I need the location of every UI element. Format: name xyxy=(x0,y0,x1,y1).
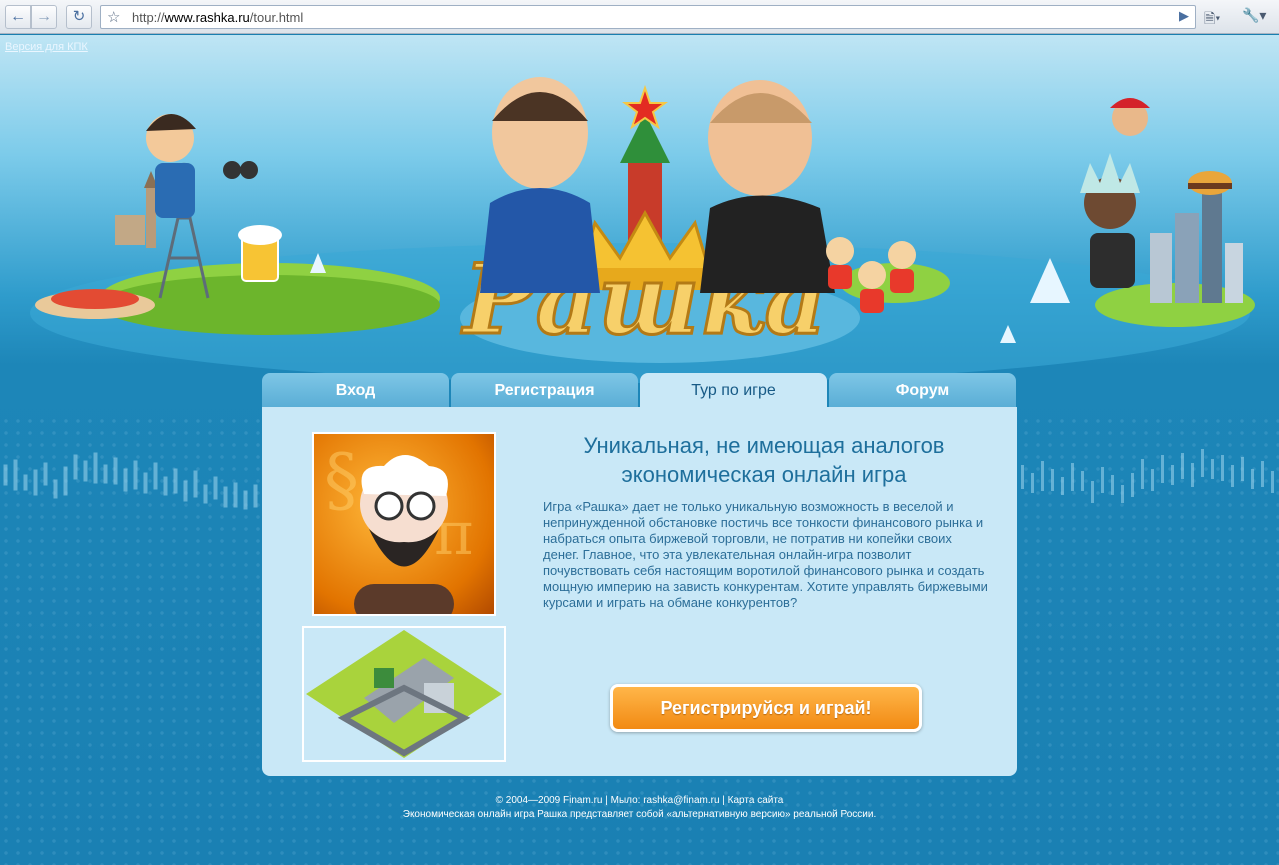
skyscrapers xyxy=(1150,193,1243,303)
bearded-character-image: § π xyxy=(312,432,496,616)
reload-icon: ↻ xyxy=(72,8,86,25)
game-description: Игра «Рашка» дает не только уникальную в… xyxy=(543,499,988,610)
footer-tagline: Экономическая онлайн игра Рашка представ… xyxy=(402,809,877,820)
url-prefix: http:// xyxy=(132,10,165,25)
footer-links[interactable]: © 2004—2009 Finam.ru | Мыло: rashka@fina… xyxy=(0,794,1279,808)
stock-ticker-decoration-right xyxy=(1021,449,1274,503)
beer-mug xyxy=(238,225,282,282)
tab-forum[interactable]: Форум xyxy=(829,373,1016,407)
tab-login[interactable]: Вход xyxy=(262,373,449,407)
big-ben xyxy=(146,188,156,248)
footer: © 2004—2009 Finam.ru | Мыло: rashka@fina… xyxy=(0,794,1279,822)
forward-button[interactable]: → xyxy=(31,5,57,29)
url-domain: www.rashka.ru xyxy=(164,10,250,25)
url-text[interactable]: http://www.rashka.ru/tour.html xyxy=(132,10,303,25)
url-path: /tour.html xyxy=(249,10,304,25)
headline-line-1: Уникальная, не имеющая аналогов xyxy=(583,433,945,458)
main-tabs: Вход Регистрация Тур по игре Форум xyxy=(262,373,1017,407)
arrow-left-icon: ← xyxy=(10,8,26,25)
headline: Уникальная, не имеющая аналогов экономич… xyxy=(524,431,1004,489)
burger-icon xyxy=(1188,171,1232,195)
bookmark-star-icon[interactable]: ☆ xyxy=(107,8,120,26)
page-menu-icon[interactable]: 🗎▾ xyxy=(1204,8,1220,32)
page-body: Версия для КПК Рашка Вход Регистрация Ту… xyxy=(0,35,1279,865)
binoculars-character xyxy=(146,113,258,218)
tab-game-tour[interactable]: Тур по игре xyxy=(640,373,827,407)
stock-ticker-decoration-left xyxy=(3,452,258,510)
right-caricature xyxy=(700,80,835,293)
browser-toolbar: ← → ↻ ☆ http://www.rashka.ru/tour.html ▶… xyxy=(0,0,1279,34)
game-map-thumbnail xyxy=(302,626,506,762)
red-cap-character xyxy=(1110,98,1150,136)
tab-registration[interactable]: Регистрация xyxy=(451,373,638,407)
register-and-play-button[interactable]: Регистрируйся и играй! xyxy=(610,684,922,732)
header-banner-illustration: Рашка xyxy=(30,77,1255,383)
go-icon[interactable]: ▶ xyxy=(1179,8,1189,24)
svg-text:§: § xyxy=(324,439,359,521)
headline-line-2: экономическая онлайн игра xyxy=(621,462,907,487)
tour-content-panel: § π Уникальная, не имеющая аналогов экон… xyxy=(262,407,1017,776)
left-caricature xyxy=(480,77,600,293)
wrench-menu-icon[interactable]: 🔧▾ xyxy=(1242,7,1266,24)
reload-button[interactable]: ↻ xyxy=(66,5,92,29)
back-button[interactable]: ← xyxy=(5,5,31,29)
arrow-right-icon: → xyxy=(36,8,52,25)
address-bar[interactable]: ☆ http://www.rashka.ru/tour.html ▶ xyxy=(100,5,1196,29)
